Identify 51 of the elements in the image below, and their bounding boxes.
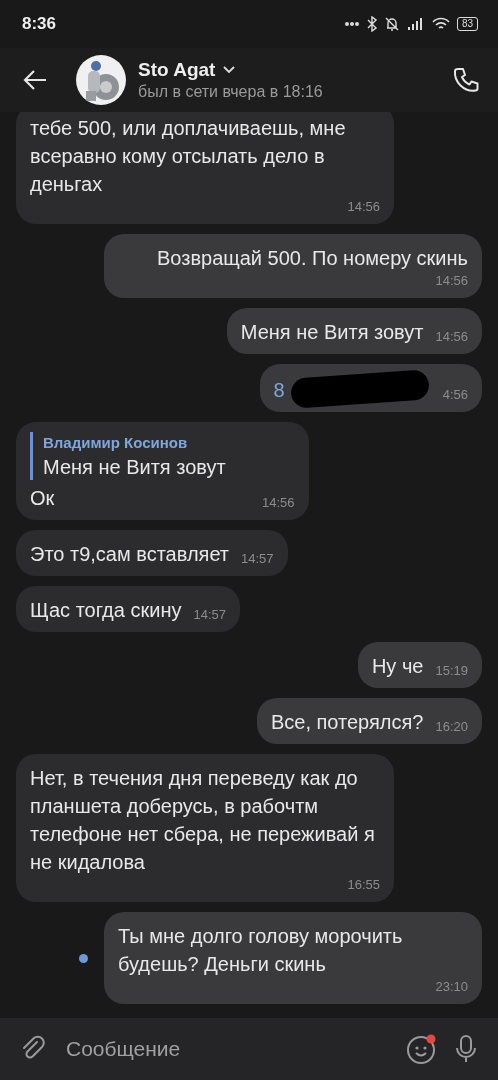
message-text: Ты мне долго голову морочить будешь? Деньги скинь bbox=[118, 924, 404, 977]
back-arrow-icon[interactable] bbox=[22, 69, 48, 91]
contact-name[interactable]: Sto Agat bbox=[138, 59, 216, 81]
message-bubble[interactable]: Ты мне долго голову морочить будешь? Деньги скинь 23:10 bbox=[104, 912, 482, 1004]
message-text: Меня не Витя зовут bbox=[240, 320, 424, 345]
message-text: Ок bbox=[30, 486, 55, 511]
message-time: 14:56 bbox=[434, 328, 468, 346]
message-time: 16:20 bbox=[434, 718, 468, 736]
message-time: 4:56 bbox=[441, 386, 468, 404]
message-text: Ну че bbox=[371, 654, 424, 679]
message-input[interactable]: Сообщение bbox=[64, 1036, 390, 1062]
last-seen-status: был в сети вчера в 18:16 bbox=[138, 83, 324, 101]
message-bubble[interactable]: Нет, в течения дня переведу как до планшета доберусь, в рабочтм телефоне нет сбера, не переживай я не кидалова 16:55 bbox=[16, 754, 394, 902]
message-time: 14:56 bbox=[260, 494, 295, 512]
message-bubble[interactable]: Это т9,сам вставляет 14:57 bbox=[16, 530, 288, 576]
message-time: 14:57 bbox=[192, 606, 226, 624]
message-text: Все, потерялся? bbox=[270, 710, 424, 735]
message-time: 14:56 bbox=[346, 198, 380, 216]
wifi-icon bbox=[431, 17, 450, 31]
message-composer[interactable]: Сообщение bbox=[0, 1018, 498, 1080]
message-bubble[interactable]: Владимир Косинов Меня не Витя зовут Ок 14:56 bbox=[16, 422, 309, 520]
message-bubble[interactable]: тебе 500, или доплачиваешь, мне всеравно кому отсылать дело в деньгах 14:56 bbox=[16, 112, 394, 224]
message-text: тебе 500, или доплачиваешь, мне всеравно кому отсылать дело в деньгах bbox=[30, 116, 347, 197]
message-time: 16:55 bbox=[346, 876, 380, 894]
message-time: 23:10 bbox=[434, 978, 468, 996]
message-text: Щас тогда скину bbox=[30, 598, 182, 623]
bluetooth-icon bbox=[366, 16, 377, 32]
muted-bell-icon bbox=[383, 16, 400, 32]
chevron-down-icon[interactable] bbox=[223, 66, 236, 74]
message-bubble[interactable]: 8 4:56 bbox=[259, 364, 482, 412]
battery-level: 83 bbox=[456, 17, 478, 31]
message-time: 14:56 bbox=[434, 272, 468, 290]
emoji-icon[interactable] bbox=[406, 1033, 438, 1065]
reply-author: Владимир Косинов bbox=[43, 433, 189, 453]
message-text: 8 bbox=[273, 378, 285, 403]
phone-icon[interactable] bbox=[452, 66, 480, 94]
status-time: 8:36 bbox=[22, 14, 57, 34]
signal-icon bbox=[406, 17, 425, 31]
message-time: 14:57 bbox=[240, 550, 274, 568]
message-text: Возвращай 500. По номеру скинь bbox=[157, 246, 468, 271]
message-bubble[interactable]: Возвращай 500. По номеру скинь 14:56 bbox=[104, 234, 482, 298]
message-text: Нет, в течения дня переведу как до планшета доберусь, в рабочтм телефоне нет сбера, не переживай я не кидалова bbox=[30, 766, 376, 875]
message-bubble[interactable]: Ну че 15:19 bbox=[357, 642, 482, 688]
reply-text: Меня не Витя зовут bbox=[43, 455, 227, 480]
more-icon bbox=[343, 21, 360, 27]
message-bubble[interactable]: Все, потерялся? 16:20 bbox=[256, 698, 482, 744]
message-time: 15:19 bbox=[434, 662, 468, 680]
microphone-icon[interactable] bbox=[454, 1034, 478, 1064]
message-bubble[interactable]: Меня не Витя зовут 14:56 bbox=[226, 308, 482, 354]
message-bubble[interactable]: Щас тогда скину 14:57 bbox=[16, 586, 240, 632]
message-text: Это т9,сам вставляет bbox=[30, 542, 229, 567]
